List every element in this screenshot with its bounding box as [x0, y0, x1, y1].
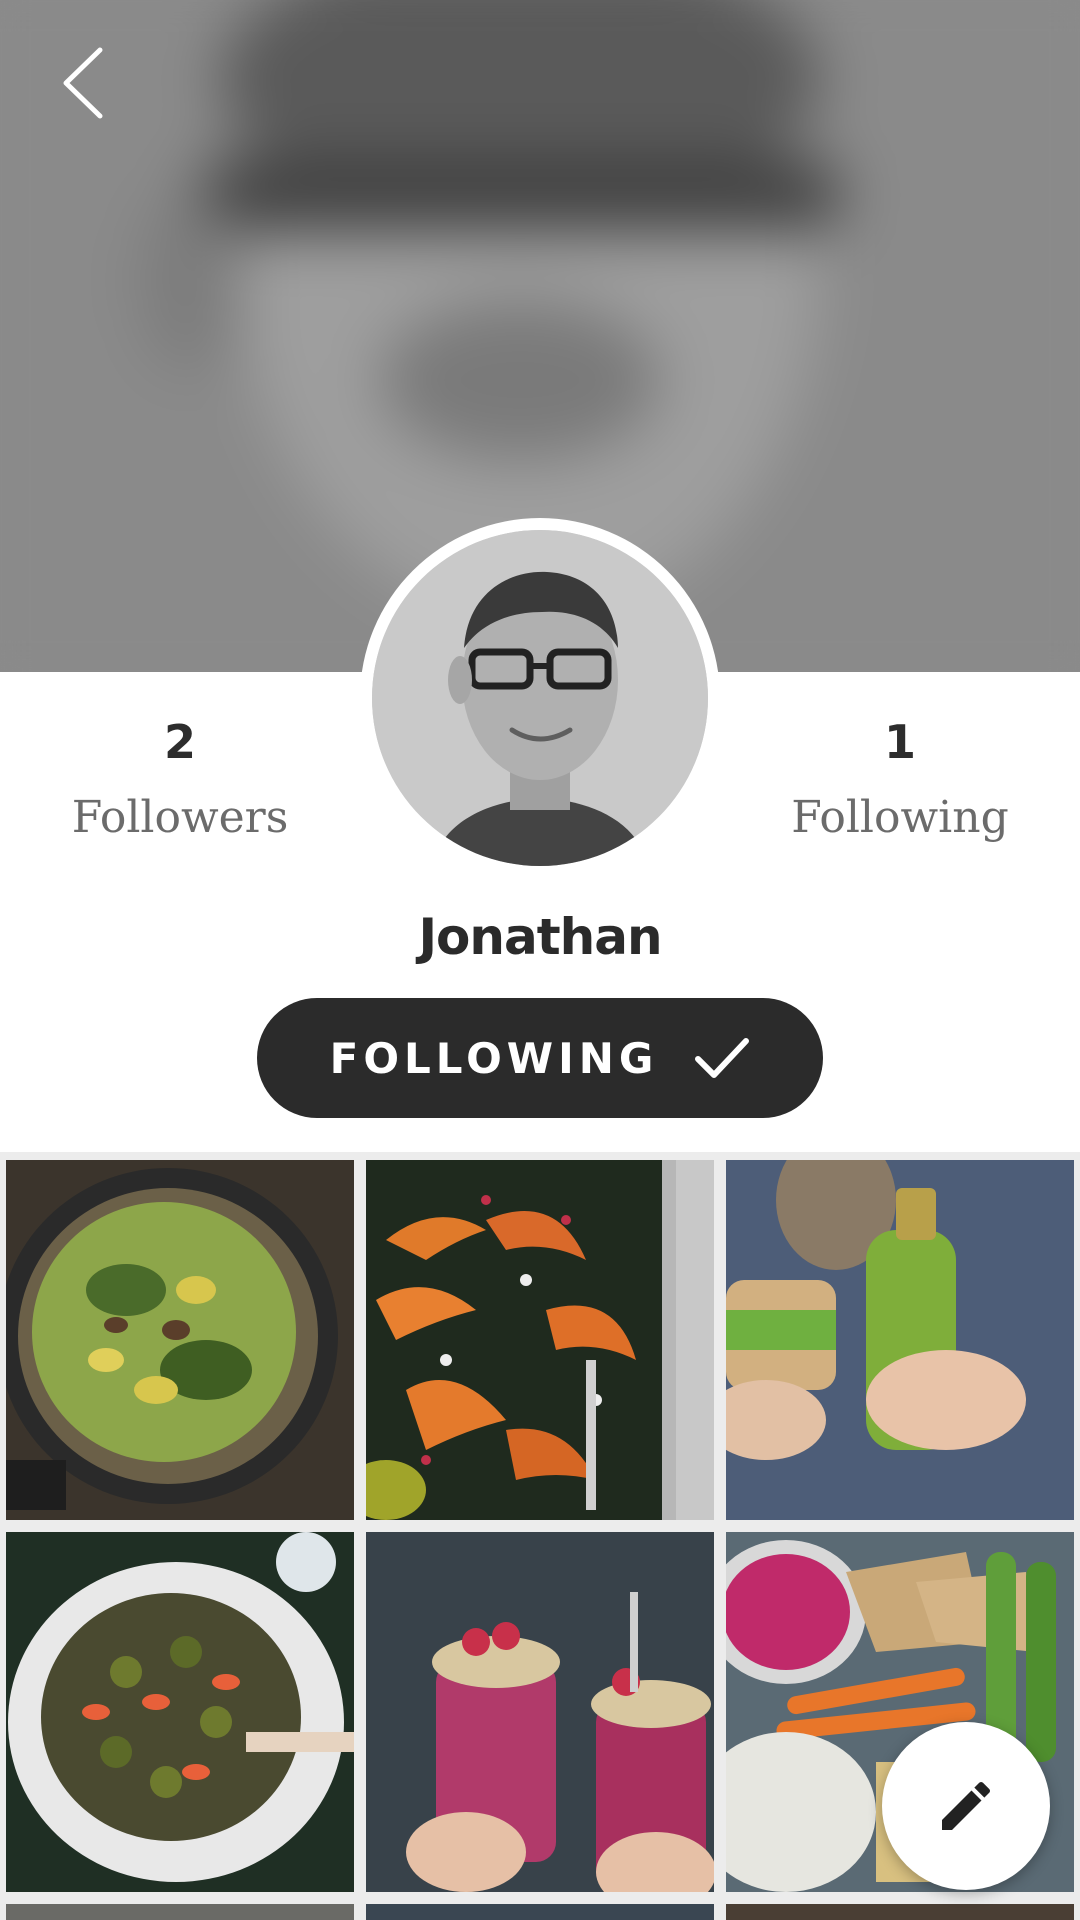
grid-photo-partial[interactable]	[366, 1904, 714, 1920]
following-label: Following	[791, 792, 1009, 843]
checkmark-icon	[695, 1038, 750, 1078]
brussels-salad-image	[6, 1532, 354, 1892]
following-stat[interactable]: 1 Following	[750, 712, 1050, 850]
avatar[interactable]	[372, 530, 708, 866]
grid-photo-frittata[interactable]	[6, 1160, 354, 1520]
raspberry-jars-image	[366, 1532, 714, 1892]
profile-name: Jonathan	[418, 908, 662, 966]
followers-count: 2	[163, 715, 196, 769]
grid-photo-raspberry-jars[interactable]	[366, 1532, 714, 1892]
pencil-icon	[942, 1781, 991, 1830]
grid-photo-green-smoothie[interactable]	[726, 1160, 1074, 1520]
partial-image	[726, 1904, 1074, 1920]
following-button[interactable]: FOLLOWING	[257, 998, 823, 1118]
avatar-photo	[372, 530, 708, 866]
squash-salad-image	[366, 1160, 714, 1520]
back-button[interactable]	[48, 38, 128, 128]
grid-photo-partial[interactable]	[6, 1904, 354, 1920]
chevron-left-icon	[63, 47, 103, 119]
following-button-label: FOLLOWING	[329, 1033, 659, 1083]
grid-photo-partial[interactable]	[726, 1904, 1074, 1920]
partial-image	[6, 1904, 354, 1920]
compose-button[interactable]	[882, 1722, 1050, 1890]
following-count: 1	[883, 715, 916, 769]
followers-label: Followers	[71, 792, 289, 843]
followers-stat[interactable]: 2 Followers	[30, 712, 330, 850]
grid-photo-squash-salad[interactable]	[366, 1160, 714, 1520]
grid-photo-brussels-salad[interactable]	[6, 1532, 354, 1892]
partial-image	[366, 1904, 714, 1920]
frittata-image	[6, 1160, 354, 1520]
green-smoothie-image	[726, 1160, 1074, 1520]
